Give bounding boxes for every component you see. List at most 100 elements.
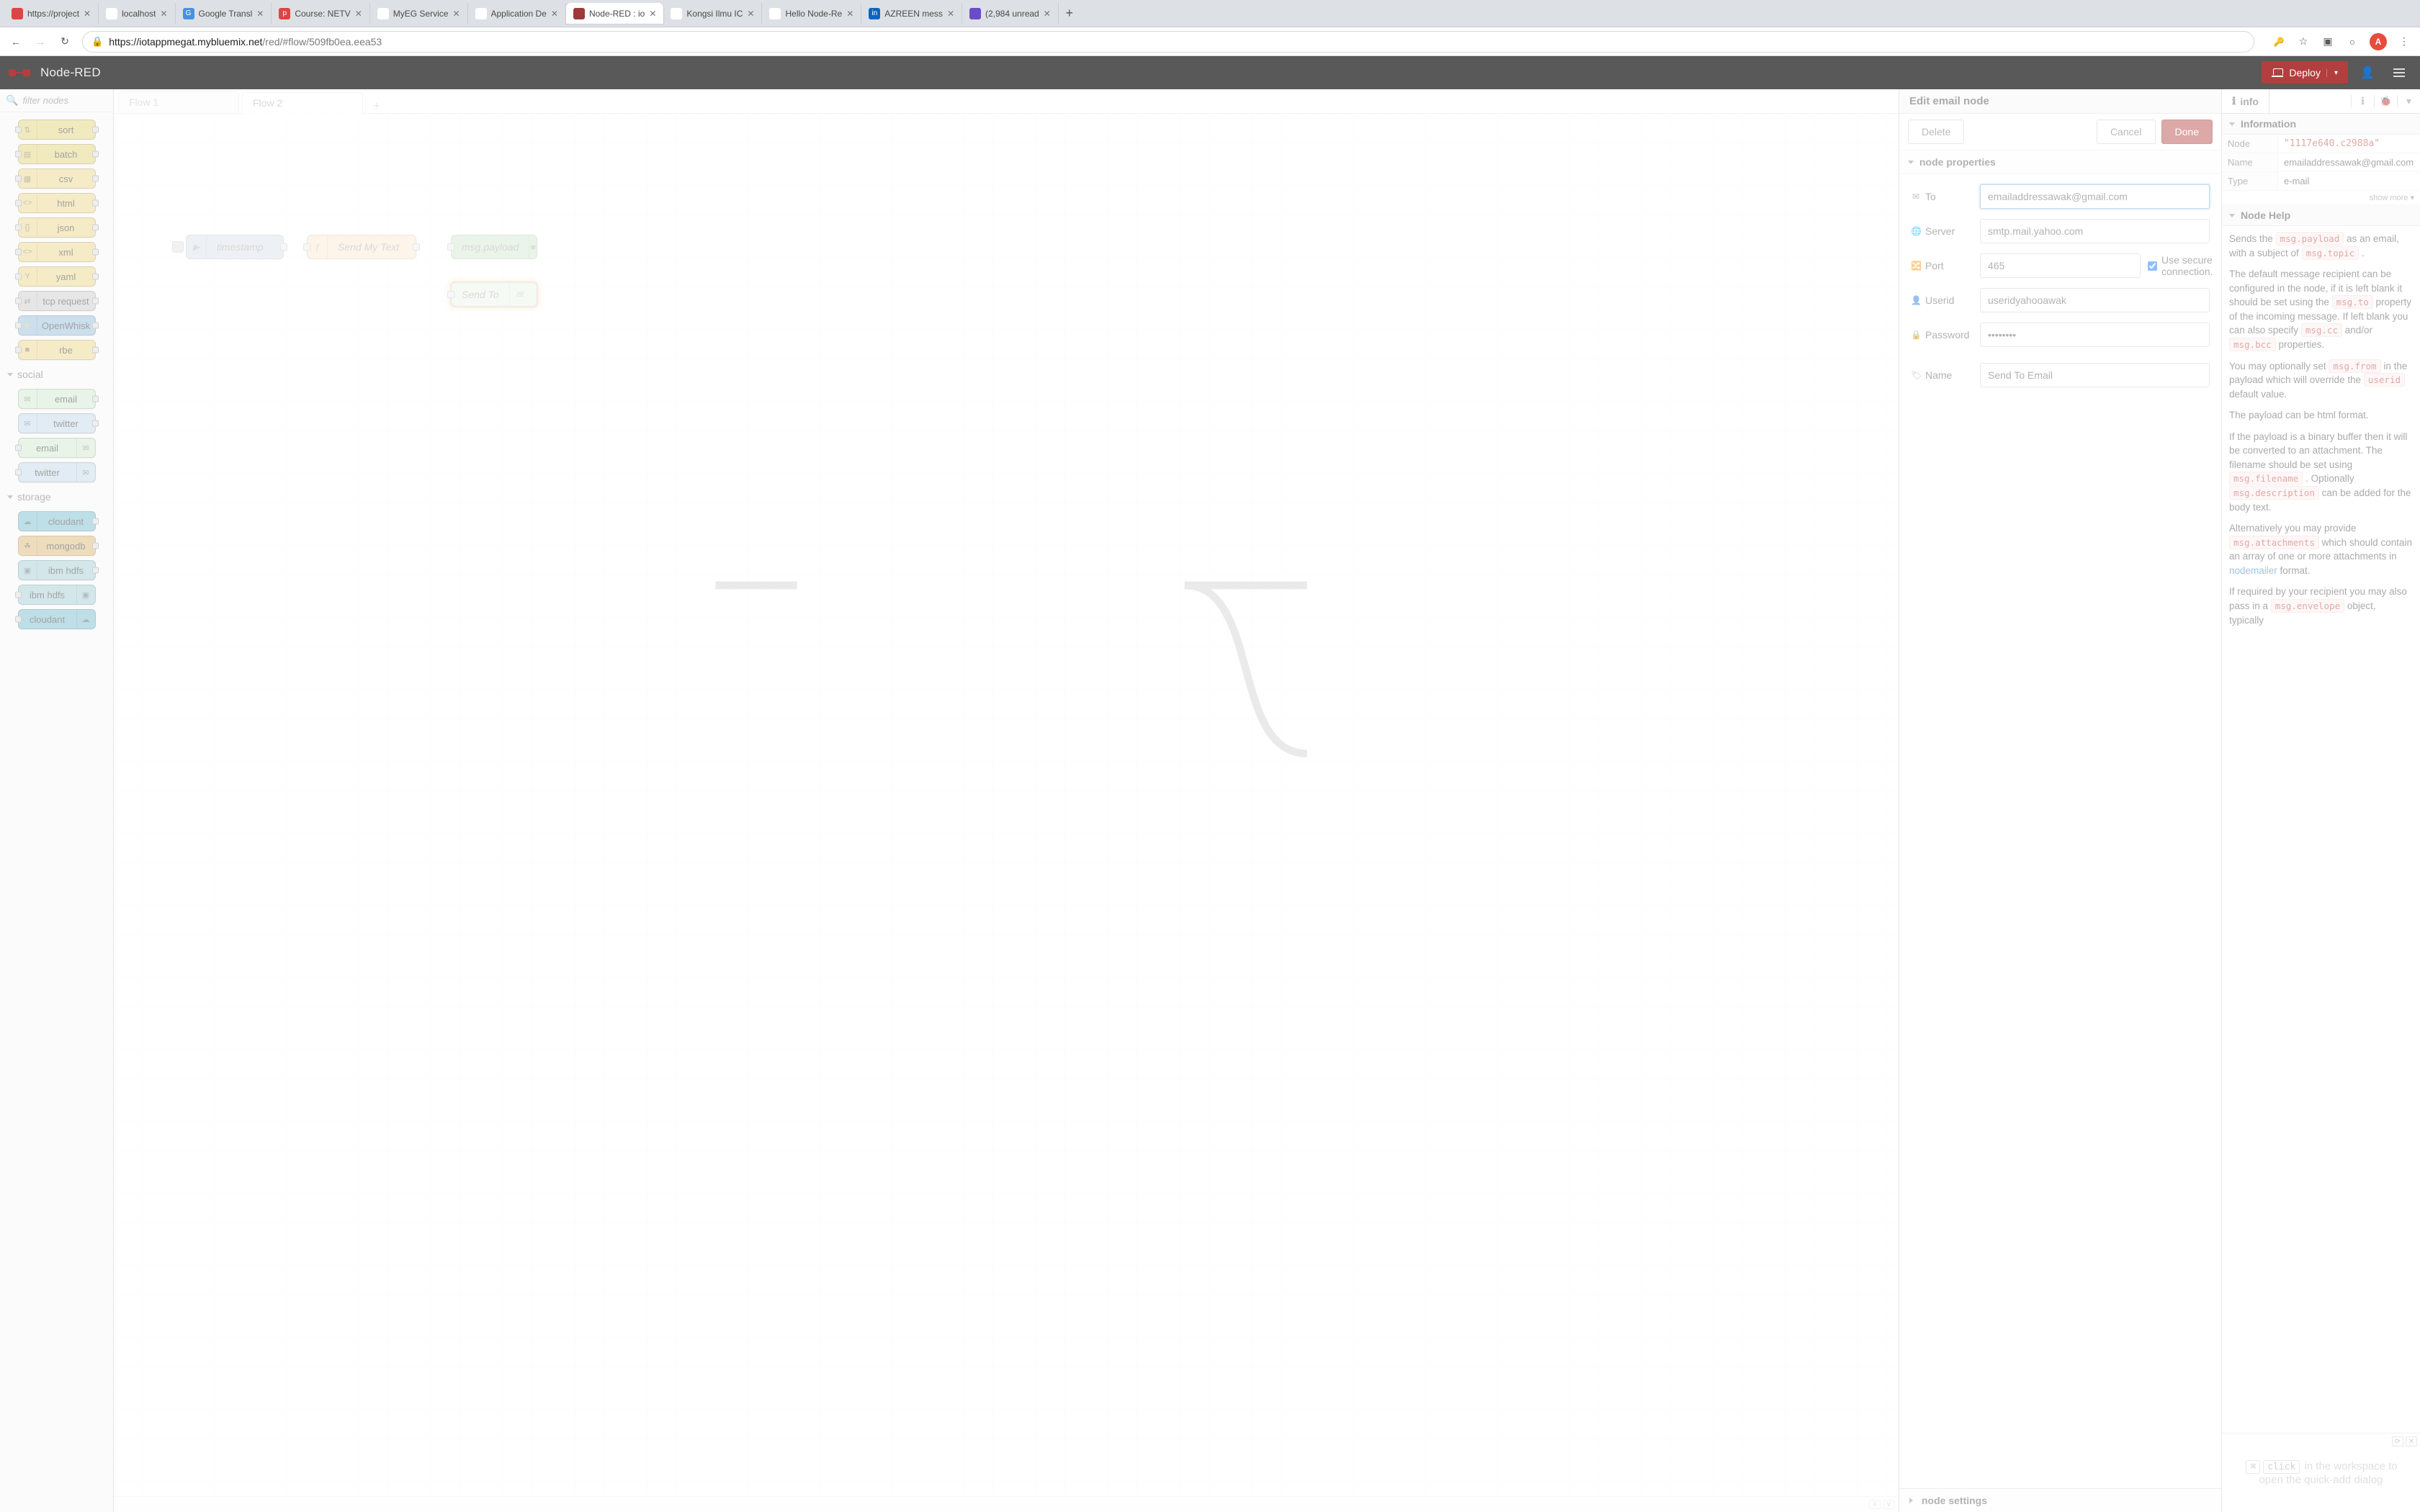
palette-node-OpenWhisk[interactable]: ⚡OpenWhisk <box>18 315 96 336</box>
tab-close-icon[interactable]: ✕ <box>160 9 167 19</box>
node-settings-header[interactable]: node settings <box>1899 1489 2221 1512</box>
extensions-icon[interactable] <box>2321 35 2335 49</box>
palette-node-twitter[interactable]: twitter✉ <box>18 462 96 482</box>
saved-passwords-icon[interactable] <box>2272 35 2286 49</box>
palette-node-cloudant[interactable]: cloudant☁ <box>18 609 96 629</box>
to-input[interactable] <box>1980 184 2210 209</box>
output-port[interactable] <box>92 420 99 427</box>
input-port[interactable] <box>15 469 22 476</box>
input-port[interactable] <box>15 274 22 280</box>
browser-tab[interactable]: GGoogle Transl✕ <box>176 3 272 24</box>
show-more-link[interactable]: show more ▾ <box>2222 191 2420 205</box>
input-port[interactable] <box>15 176 22 182</box>
palette-node-ibm-hdfs[interactable]: ▣ibm hdfs <box>18 560 96 580</box>
input-port[interactable] <box>447 291 454 298</box>
input-port[interactable] <box>15 347 22 354</box>
palette-node-yaml[interactable]: Yyaml <box>18 266 96 287</box>
palette-node-json[interactable]: {}json <box>18 217 96 238</box>
tab-close-icon[interactable]: ✕ <box>947 9 954 19</box>
flow-node-debug[interactable]: msg.payload■ <box>451 235 537 259</box>
tab-close-icon[interactable]: ✕ <box>84 9 91 19</box>
user-menu-button[interactable] <box>2355 60 2380 85</box>
cancel-button[interactable]: Cancel <box>2097 120 2156 144</box>
server-input[interactable] <box>1980 219 2210 243</box>
output-port[interactable] <box>92 298 99 305</box>
name-input[interactable] <box>1980 363 2210 387</box>
secure-checkbox-label[interactable]: Use secure connection. <box>2148 254 2210 277</box>
palette-category-storage[interactable]: storage <box>0 487 113 507</box>
palette-filter-input[interactable] <box>22 95 107 106</box>
tab-close-icon[interactable]: ✕ <box>452 9 460 19</box>
flow-node-inject[interactable]: ▶timestamp <box>186 235 284 259</box>
palette-node-rbe[interactable]: ■rbe <box>18 340 96 360</box>
input-port[interactable] <box>15 592 22 598</box>
input-port[interactable] <box>303 243 310 251</box>
output-port[interactable] <box>92 127 99 133</box>
browser-tab[interactable]: Node-RED : io✕ <box>566 3 663 24</box>
palette-node-html[interactable]: <>html <box>18 193 96 213</box>
zoom-in-button[interactable]: ∨ <box>1883 1500 1894 1509</box>
output-port[interactable] <box>92 225 99 231</box>
add-flow-button[interactable]: + <box>366 96 387 113</box>
input-port[interactable] <box>15 323 22 329</box>
tab-close-icon[interactable]: ✕ <box>747 9 754 19</box>
palette-node-cloudant[interactable]: ☁cloudant <box>18 511 96 531</box>
input-port[interactable] <box>15 298 22 305</box>
node-properties-header[interactable]: node properties <box>1899 150 2221 174</box>
input-port[interactable] <box>15 445 22 451</box>
main-menu-button[interactable] <box>2387 60 2411 85</box>
palette-node-email[interactable]: email✉ <box>18 438 96 458</box>
output-port[interactable] <box>413 243 420 251</box>
information-header[interactable]: Information <box>2222 114 2420 135</box>
input-port[interactable] <box>15 225 22 231</box>
browser-tab[interactable]: MMyEG Service✕ <box>370 3 468 24</box>
secure-checkbox[interactable] <box>2148 261 2157 271</box>
nodemailer-link[interactable]: nodemailer <box>2229 565 2277 576</box>
tab-info-icon[interactable]: ℹ <box>2351 95 2374 107</box>
input-port[interactable] <box>15 151 22 158</box>
browser-menu-icon[interactable] <box>2397 35 2411 49</box>
browser-tab[interactable]: (2,984 unread✕ <box>962 3 1059 24</box>
output-port[interactable] <box>92 396 99 402</box>
output-port[interactable] <box>92 151 99 158</box>
tab-close-icon[interactable]: ✕ <box>649 9 656 19</box>
deploy-button[interactable]: Deploy ▾ <box>2262 61 2348 84</box>
palette-node-email[interactable]: ✉email <box>18 389 96 409</box>
back-button[interactable] <box>9 35 23 49</box>
flow-tab[interactable]: Flow 2 <box>242 92 363 114</box>
tab-info[interactable]: ℹ info <box>2222 89 2269 113</box>
tab-close-icon[interactable]: ✕ <box>355 9 362 19</box>
browser-tab[interactable]: MHello Node-Re✕ <box>762 3 861 24</box>
browser-tab[interactable]: Application De✕ <box>468 3 566 24</box>
palette-category-social[interactable]: social <box>0 364 113 384</box>
output-port[interactable] <box>92 347 99 354</box>
tab-close-icon[interactable]: ✕ <box>551 9 558 19</box>
flow-tab[interactable]: Flow 1 <box>118 91 239 113</box>
palette-node-csv[interactable]: ▦csv <box>18 168 96 189</box>
tab-close-icon[interactable]: ✕ <box>846 9 853 19</box>
output-port[interactable] <box>280 243 287 251</box>
done-button[interactable]: Done <box>2161 120 2213 144</box>
palette-node-batch[interactable]: ▤batch <box>18 144 96 164</box>
tab-close-icon[interactable]: ✕ <box>1044 9 1051 19</box>
palette-node-mongodb[interactable]: ☘mongodb <box>18 536 96 556</box>
browser-tab[interactable]: pCourse: NETV✕ <box>272 3 369 24</box>
tip-refresh-icon[interactable]: ⟳ <box>2392 1436 2403 1446</box>
sidebar-menu-icon[interactable]: ▾ <box>2397 95 2420 107</box>
output-port[interactable] <box>92 518 99 525</box>
profile-avatar[interactable]: A <box>2370 33 2387 50</box>
browser-tab[interactable]: Kongsi Ilmu IC✕ <box>663 3 762 24</box>
new-tab-button[interactable]: + <box>1059 6 1080 21</box>
output-port[interactable] <box>92 176 99 182</box>
palette-node-twitter[interactable]: ✉twitter <box>18 413 96 433</box>
reload-button[interactable] <box>58 35 72 49</box>
output-port[interactable] <box>92 323 99 329</box>
inject-button[interactable] <box>172 241 184 253</box>
browser-tab[interactable]: https://project✕ <box>4 3 99 24</box>
browser-tab[interactable]: localhost✕ <box>99 3 175 24</box>
output-port[interactable] <box>92 200 99 207</box>
flow-node-email[interactable]: Send To✉ <box>451 282 537 307</box>
port-input[interactable] <box>1980 253 2141 278</box>
input-port[interactable] <box>447 243 454 251</box>
output-port[interactable] <box>92 249 99 256</box>
